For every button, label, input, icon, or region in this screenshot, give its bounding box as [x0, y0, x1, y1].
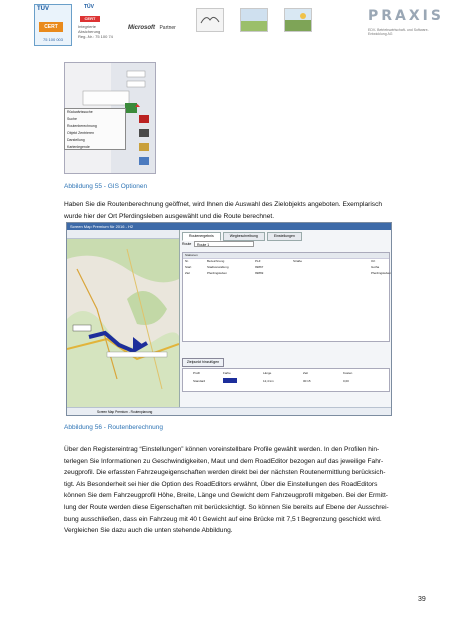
- column-header: PLZ: [255, 259, 261, 263]
- column-header: Straße: [293, 259, 303, 263]
- landscape-icon: [285, 9, 311, 31]
- microsoft-label: Microsoft: [128, 25, 155, 31]
- tuv-label: TÜV: [84, 4, 94, 10]
- cert-label: CERT: [39, 22, 63, 32]
- tuv-integrated-logo: TÜV CERT Integrierte Absicherung Reg.-Nr…: [78, 4, 114, 44]
- figure-caption: Abbildung 55 - GIS Optionen: [64, 183, 148, 190]
- column-header: Bezeichnung: [207, 259, 225, 263]
- table-header-row: Nr. Bezeichnung PLZ Straße Ort: [183, 259, 389, 264]
- tab-directions[interactable]: Wegbeschreibung: [222, 232, 265, 241]
- figure-caption: Abbildung 56 - Routenberechnung: [64, 424, 164, 431]
- column-header: Farbe: [223, 371, 231, 375]
- route-panel: Routenergebnis Wegbeschreibung Einstellu…: [179, 230, 392, 407]
- partner-logo: [284, 8, 312, 32]
- column-header: Länge: [263, 371, 272, 375]
- paragraph-line: Über den Registereintrag “Einstellungen”…: [64, 446, 380, 453]
- page-number: 39: [418, 596, 426, 603]
- route-calculation-screenshot: Screen Map Premium für 2016 - H2 Routene…: [66, 222, 392, 416]
- paragraph-line: können Sie dem Fahrzeugprofil Höhe, Brei…: [64, 492, 388, 500]
- table-cell: Stadtverwaltung: [207, 265, 229, 269]
- tab-bar: Routenergebnis Wegbeschreibung Einstellu…: [182, 232, 302, 241]
- paragraph: Über den Registereintrag “Einstellungen”…: [64, 444, 442, 537]
- partner-label: Partner: [159, 25, 176, 31]
- table-cell: Pferdingsleben: [371, 271, 392, 275]
- table-cell: Start: [185, 265, 192, 269]
- table-cell: 00:15: [303, 379, 311, 383]
- context-menu: Rückwärtssuche Suche Routenberechnung Ob…: [64, 108, 126, 150]
- table-row[interactable]: Start Stadtverwaltung 99867 Gotha: [183, 265, 389, 270]
- table-cell: Gotha: [371, 265, 380, 269]
- add-waypoint-button[interactable]: Zielpunkt hinzufügen: [182, 358, 224, 367]
- table-cell: 99867: [255, 265, 264, 269]
- table-cell: 99869: [255, 271, 264, 275]
- praxis-tagline: EDV- Betriebswirtschaft- und Software- E…: [368, 28, 429, 36]
- route-label: Route: [182, 242, 192, 246]
- praxis-logo: PRAXIS EDV- Betriebswirtschaft- und Soft…: [368, 8, 448, 44]
- cert-label: CERT: [80, 16, 100, 22]
- column-header: Profil: [193, 371, 200, 375]
- praxis-wordmark: PRAXIS: [368, 8, 444, 24]
- landscape-icon: [241, 9, 267, 31]
- paragraph: Haben Sie die Routenberechnung geöffnet,…: [64, 199, 434, 222]
- cert-description: Integrierte Absicherung Reg.-Nr.: 75 100…: [78, 24, 113, 39]
- paragraph-line: tigt. Als Besonderheit sei hier die Opti…: [64, 480, 378, 488]
- paragraph-line: terlegen Sie Informationen zu Geschwindi…: [64, 457, 384, 465]
- bird-icon: [200, 16, 220, 24]
- tab-settings[interactable]: Einstellungen: [266, 232, 302, 241]
- status-bar: Screen Map Premium - Routenplanung: [67, 407, 391, 415]
- column-header: Stationen: [185, 253, 198, 257]
- menu-item[interactable]: Darstellung: [65, 137, 125, 144]
- stations-table: Stationen Nr. Bezeichnung PLZ Straße Ort…: [182, 252, 392, 342]
- menu-item[interactable]: Rückwärtssuche: [65, 109, 125, 116]
- tuv-label: TÜV: [37, 6, 49, 12]
- window-title: Screen Map Premium für 2016 - H2: [67, 223, 391, 230]
- paragraph-line: wurde hier der Ort Pferdingsleben ausgew…: [64, 212, 275, 220]
- column-header: Ort: [371, 259, 376, 263]
- menu-item[interactable]: Routenberechnung: [65, 123, 125, 130]
- route-map-image: [67, 239, 181, 407]
- paragraph-line: zeugprofil. Die erfassten Fahrzeugeigens…: [64, 469, 386, 477]
- table-row[interactable]: Ziel Pferdingsleben 99869 Pferdingsleben: [183, 271, 392, 276]
- column-header: Nr.: [185, 259, 189, 263]
- menu-item[interactable]: Objekt Zentrieren: [65, 130, 125, 137]
- menu-item[interactable]: Suche: [65, 116, 125, 123]
- partner-logo: [196, 8, 224, 32]
- column-header: Kosten: [343, 371, 353, 375]
- table-cell: Standard: [193, 379, 206, 383]
- map-view: [67, 239, 181, 407]
- profile-table: Profil Farbe Länge Zeit Kosten Standard …: [182, 368, 390, 392]
- cert-number: 75 100 003: [42, 37, 64, 42]
- partner-logo: [240, 8, 268, 32]
- table-cell: Ziel: [185, 271, 190, 275]
- paragraph-line: lung der Route werden diese Eigenschafte…: [64, 503, 389, 511]
- tuv-cert-logo: TÜV CERT 75 100 003: [34, 4, 72, 46]
- map-toolbar: [67, 230, 179, 239]
- paragraph-line: bung ausschließen, dass ein Fahrzeug mit…: [64, 515, 382, 523]
- paragraph-line: Haben Sie die Routenberechnung geöffnet,…: [64, 201, 383, 208]
- column-header: Zeit: [303, 371, 309, 375]
- table-cell: 12,4 km: [263, 379, 274, 383]
- route-color-swatch[interactable]: [223, 378, 237, 383]
- microsoft-partner-logo: Microsoft Partner: [128, 16, 184, 31]
- table-cell: Pferdingsleben: [207, 271, 228, 275]
- table-cell: 0,00: [343, 379, 349, 383]
- paragraph-line: Vergleichen Sie dazu auch die unten steh…: [64, 527, 233, 535]
- partner-logos: [196, 8, 356, 38]
- route-select[interactable]: Route 1: [194, 241, 254, 247]
- tab-route-result[interactable]: Routenergebnis: [182, 232, 221, 241]
- menu-item[interactable]: Kartenlegende: [65, 144, 125, 151]
